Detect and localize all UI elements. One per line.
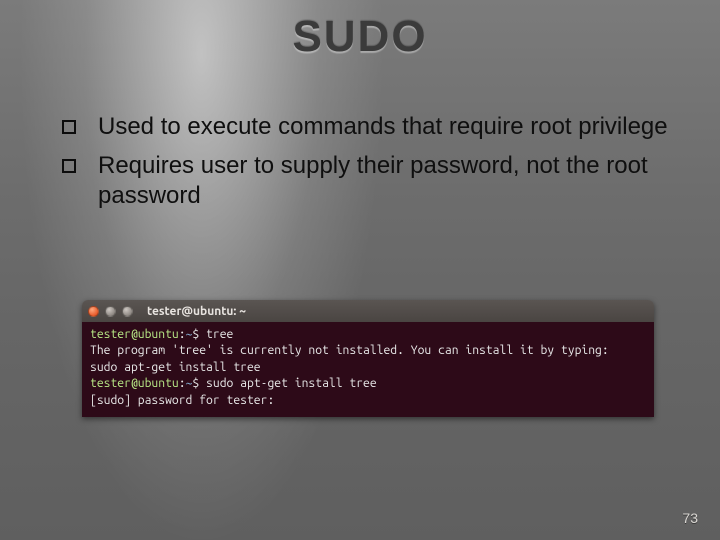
terminal-title: tester@ubuntu: ~ (147, 305, 246, 318)
list-item: Requires user to supply their password, … (62, 151, 686, 212)
prompt-user: tester@ubuntu (90, 328, 179, 341)
close-icon[interactable] (88, 306, 99, 317)
prompt-colon: : (179, 328, 186, 341)
prompt-dollar: $ (192, 377, 199, 390)
terminal-titlebar: tester@ubuntu: ~ (82, 300, 654, 322)
slide-title: SUDO (0, 12, 720, 62)
bullet-square-icon (62, 159, 76, 173)
terminal-line: sudo apt-get install tree (90, 360, 646, 376)
list-item: Used to execute commands that require ro… (62, 112, 686, 143)
prompt-dollar: $ (192, 328, 199, 341)
prompt-colon: : (179, 377, 186, 390)
terminal-line: The program 'tree' is currently not inst… (90, 343, 646, 359)
terminal-body[interactable]: tester@ubuntu:~$ tree The program 'tree'… (82, 322, 654, 417)
terminal-window: tester@ubuntu: ~ tester@ubuntu:~$ tree T… (82, 300, 654, 417)
maximize-icon[interactable] (122, 306, 133, 317)
bullet-square-icon (62, 120, 76, 134)
prompt-user: tester@ubuntu (90, 377, 179, 390)
terminal-line: tester@ubuntu:~$ sudo apt-get install tr… (90, 376, 646, 392)
bullet-text: Requires user to supply their password, … (98, 151, 686, 212)
page-number: 73 (682, 510, 698, 526)
terminal-line: tester@ubuntu:~$ tree (90, 327, 646, 343)
bullet-list: Used to execute commands that require ro… (62, 112, 686, 220)
bullet-text: Used to execute commands that require ro… (98, 112, 686, 143)
slide: SUDO Used to execute commands that requi… (0, 0, 720, 540)
terminal-line: [sudo] password for tester: (90, 393, 646, 409)
minimize-icon[interactable] (105, 306, 116, 317)
command-text: tree (206, 328, 233, 341)
command-text: sudo apt-get install tree (206, 377, 377, 390)
